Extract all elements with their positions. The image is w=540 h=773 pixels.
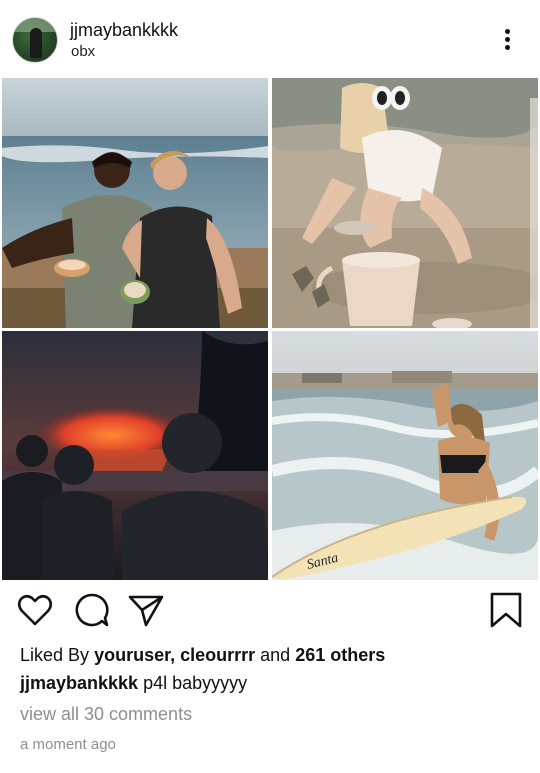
- post-timestamp: a moment ago: [20, 736, 116, 753]
- post-username[interactable]: jjmaybankkkk: [70, 20, 178, 41]
- post-actions-bar: [0, 590, 540, 634]
- caption-author[interactable]: jjmaybankkkk: [20, 673, 138, 693]
- likes-summary[interactable]: Liked By youruser, cleourrrr and 261 oth…: [20, 645, 385, 666]
- post-image-collage[interactable]: Santa: [2, 78, 538, 580]
- likes-joiner: and: [260, 645, 291, 665]
- likes-users[interactable]: youruser, cleourrrr: [94, 645, 255, 665]
- profile-avatar[interactable]: [12, 17, 58, 63]
- caption-text: p4l babyyyyy: [143, 673, 248, 693]
- photo-sunset-silhouettes: [2, 331, 268, 580]
- send-paper-plane-icon[interactable]: [126, 590, 166, 630]
- view-comments-link[interactable]: view all 30 comments: [20, 704, 192, 725]
- more-vertical-icon[interactable]: [498, 26, 518, 54]
- post-caption: jjmaybankkkk p4l babyyyyy: [20, 673, 247, 694]
- likes-prefix: Liked By: [20, 645, 90, 665]
- likes-others-count[interactable]: 261 others: [295, 645, 385, 665]
- photo-beach-friends: [2, 78, 268, 328]
- heart-icon[interactable]: [15, 590, 55, 630]
- photo-girl-sandcastle: [272, 78, 538, 328]
- bookmark-icon[interactable]: [486, 590, 526, 630]
- post-location[interactable]: obx: [71, 43, 95, 60]
- post-header: jjmaybankkkk obx: [0, 0, 540, 78]
- comment-bubble-icon[interactable]: [72, 590, 112, 630]
- photo-surfboard-girl: Santa: [272, 331, 538, 580]
